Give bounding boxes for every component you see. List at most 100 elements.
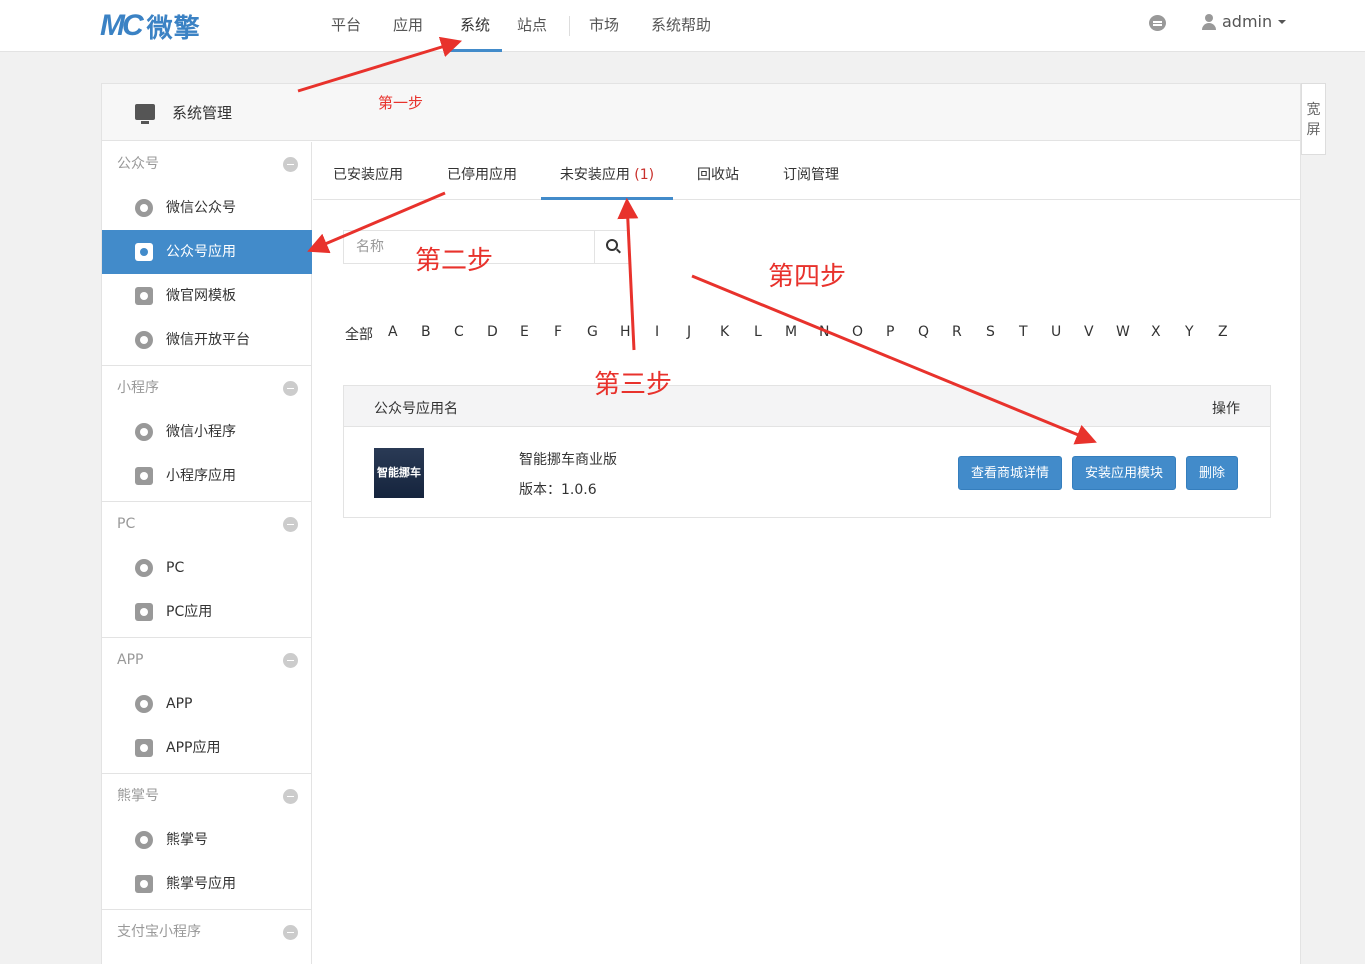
letter-filter-item[interactable]: J: [687, 324, 691, 340]
collapse-icon[interactable]: [283, 381, 298, 396]
app-thumbnail: 智能挪车: [374, 448, 424, 498]
letter-filter-item[interactable]: E: [520, 324, 529, 340]
sidebar-group-title[interactable]: 支付宝小程序: [102, 910, 312, 954]
panel-title: 系统管理: [172, 104, 233, 122]
nav-divider: [569, 16, 570, 36]
sidebar-group-title[interactable]: PC: [102, 502, 312, 546]
letter-filter-item[interactable]: T: [1019, 324, 1028, 340]
search-icon[interactable]: [594, 231, 630, 263]
phone-icon: [135, 695, 153, 713]
collapse-icon[interactable]: [283, 517, 298, 532]
letter-filter-item[interactable]: Q: [918, 324, 929, 340]
letter-filter-item[interactable]: C: [454, 324, 464, 340]
tab-uninstalled[interactable]: 未安装应用 (1): [541, 142, 673, 200]
sidebar-item-open-platform[interactable]: 微信开放平台: [102, 318, 312, 362]
caret-down-icon: [1278, 19, 1287, 24]
sidebar-item-mini-program-apps[interactable]: 小程序应用: [102, 454, 312, 498]
sidebar-group-title[interactable]: 公众号: [102, 142, 312, 186]
collapse-icon[interactable]: [283, 653, 298, 668]
sidebar-item-xiongzhang[interactable]: 熊掌号: [102, 818, 312, 862]
collapse-icon[interactable]: [283, 157, 298, 172]
letter-filter-item[interactable]: M: [785, 324, 797, 340]
nav-item-system[interactable]: 系统: [448, 0, 502, 52]
sidebar-item-wechat-account[interactable]: 微信公众号: [102, 186, 312, 230]
collapse-icon[interactable]: [283, 925, 298, 940]
sidebar-item-label: APP: [166, 696, 193, 712]
letter-filter-all[interactable]: 全部: [345, 324, 373, 344]
app-bag-icon: [135, 739, 153, 757]
letter-filter-item[interactable]: B: [421, 324, 431, 340]
letter-filter-item[interactable]: V: [1084, 324, 1094, 340]
letter-filter-item[interactable]: W: [1116, 324, 1130, 340]
sidebar-group-label: 小程序: [117, 380, 159, 396]
logo[interactable]: MC 微擎: [100, 9, 201, 44]
app-bag-icon: [135, 467, 153, 485]
sidebar-item-label: 微信公众号: [166, 200, 236, 216]
sidebar-item-mini-program[interactable]: 微信小程序: [102, 410, 312, 454]
letter-filter-item[interactable]: S: [986, 324, 995, 340]
letter-filter-item[interactable]: I: [655, 324, 659, 340]
app-bag-icon: [135, 875, 153, 893]
letter-filter-item[interactable]: O: [852, 324, 863, 340]
sidebar-item-xiongzhang-apps[interactable]: 熊掌号应用: [102, 862, 312, 906]
user-menu[interactable]: admin: [1202, 12, 1287, 31]
letter-filter-item[interactable]: D: [487, 324, 498, 340]
letter-filter-item[interactable]: P: [886, 324, 894, 340]
letter-filter-item[interactable]: K: [720, 324, 729, 340]
sidebar-item-pc[interactable]: PC: [102, 546, 312, 590]
nav-item-site[interactable]: 站点: [517, 0, 547, 52]
message-icon[interactable]: [1149, 15, 1166, 31]
sidebar-item-account-apps[interactable]: 公众号应用: [102, 230, 312, 274]
sidebar-group-label: APP: [117, 652, 144, 668]
tab-recycle-bin[interactable]: 回收站: [697, 142, 739, 200]
letter-filter-item[interactable]: R: [952, 324, 962, 340]
sidebar-item-label: 微信小程序: [166, 424, 236, 440]
sidebar-item-site-templates[interactable]: 微官网模板: [102, 274, 312, 318]
letter-filter-item[interactable]: X: [1151, 324, 1161, 340]
nav-item-apps[interactable]: 应用: [393, 0, 423, 52]
user-icon: [1202, 13, 1216, 30]
nav-item-market[interactable]: 市场: [589, 0, 619, 52]
sidebar-group-title[interactable]: APP: [102, 638, 312, 682]
sidebar-group-title[interactable]: 小程序: [102, 366, 312, 410]
letter-filter-item[interactable]: U: [1051, 324, 1061, 340]
sidebar-item-app-apps[interactable]: APP应用: [102, 726, 312, 770]
sidebar-item-label: 公众号应用: [166, 244, 236, 260]
app-bag-icon: [135, 243, 153, 261]
step1-label: 第一步: [378, 94, 424, 112]
letter-filter-item[interactable]: H: [620, 324, 631, 340]
letter-filter-item[interactable]: G: [587, 324, 598, 340]
view-store-details-button[interactable]: 查看商城详情: [958, 456, 1063, 490]
tab-bar: 已安装应用 已停用应用 未安装应用 (1) 回收站 订阅管理: [313, 142, 1300, 200]
letter-filter-item[interactable]: L: [754, 324, 762, 340]
delete-button[interactable]: 删除: [1186, 456, 1239, 490]
main-panel: 系统管理 公众号 微信公众号 公众号应用 微官网模板 微信开放平台 小程序 微信…: [101, 83, 1301, 964]
sidebar-group-title[interactable]: 熊掌号: [102, 774, 312, 818]
letter-filter-item[interactable]: Y: [1185, 324, 1194, 340]
panel-header: 系统管理: [102, 84, 1300, 141]
wide-screen-toggle[interactable]: 宽屏: [1301, 83, 1326, 155]
collapse-icon[interactable]: [283, 789, 298, 804]
column-header-name: 公众号应用名: [374, 401, 458, 417]
sidebar-item-label: 熊掌号应用: [166, 876, 236, 892]
tab-disabled[interactable]: 已停用应用: [447, 142, 517, 200]
user-name: admin: [1222, 12, 1273, 31]
nav-item-platform[interactable]: 平台: [331, 0, 361, 52]
sidebar-item-app[interactable]: APP: [102, 682, 312, 726]
letter-filter-item[interactable]: N: [819, 324, 829, 340]
wide-screen-label: 宽屏: [1306, 102, 1321, 138]
letter-filter-item[interactable]: F: [554, 324, 562, 340]
sidebar-item-label: 熊掌号: [166, 832, 208, 848]
sidebar-item-label: APP应用: [166, 740, 221, 756]
nav-item-help[interactable]: 系统帮助: [651, 0, 711, 52]
tab-subscriptions[interactable]: 订阅管理: [783, 142, 839, 200]
step4-label: 第四步: [768, 262, 847, 292]
sidebar-item-pc-apps[interactable]: PC应用: [102, 590, 312, 634]
sidebar-group-label: PC: [117, 516, 136, 532]
letter-filter-item[interactable]: A: [388, 324, 398, 340]
letter-filter-item[interactable]: Z: [1218, 324, 1228, 340]
tab-installed[interactable]: 已安装应用: [333, 142, 403, 200]
wechat-icon: [135, 199, 153, 217]
install-module-button[interactable]: 安装应用模块: [1072, 456, 1177, 490]
logo-mark: MC: [100, 9, 144, 42]
